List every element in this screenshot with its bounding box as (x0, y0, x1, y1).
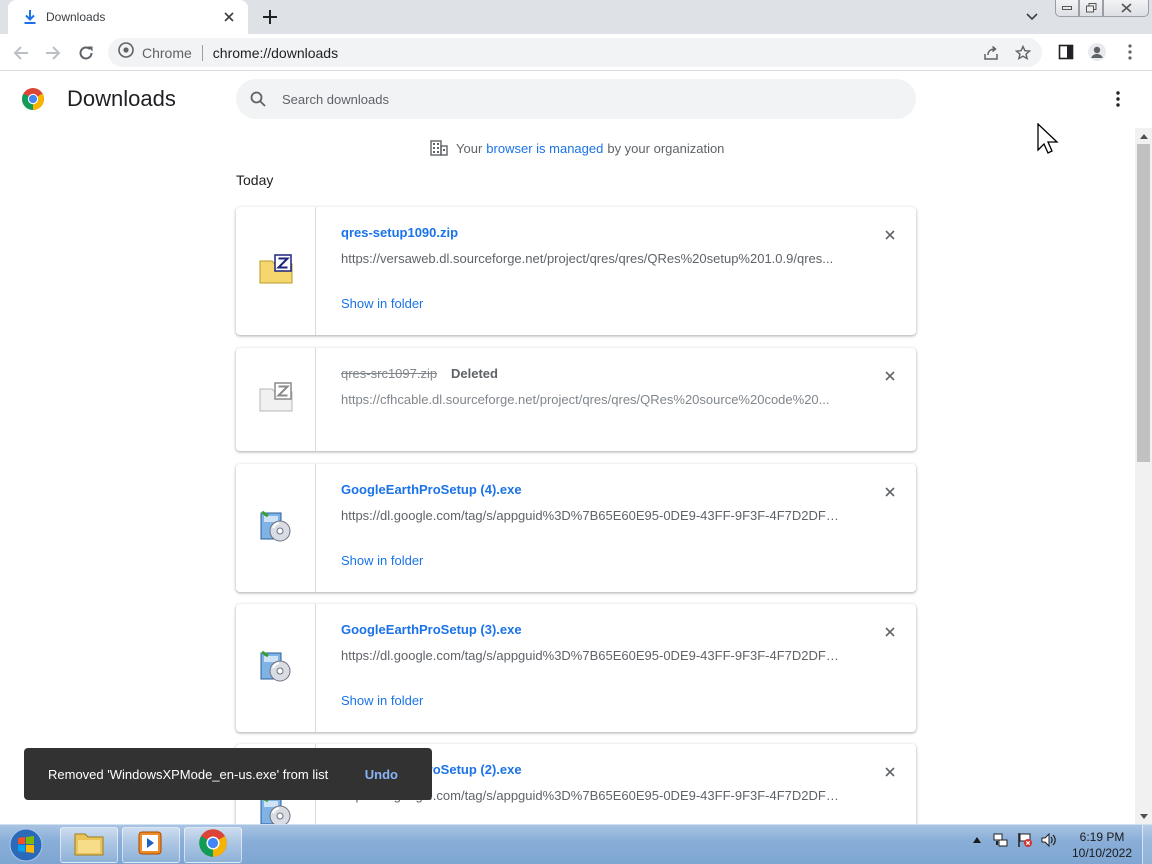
omnibox-chip: Chrome (142, 44, 192, 61)
download-item: qres-src1097.zip Deleted https://cfhcabl… (236, 348, 916, 451)
browser-menu-icon[interactable] (1119, 41, 1141, 63)
chrome-icon (198, 828, 228, 863)
chrome-site-icon (118, 42, 134, 63)
share-icon[interactable] (980, 42, 1002, 64)
download-item: GoogleEarthProSetup (3).exe https://dl.g… (236, 604, 916, 732)
browser-toolbar: Chrome chrome://downloads (0, 34, 1152, 71)
file-url[interactable]: https://dl.google.com/tag/s/appguid%3D%7… (341, 508, 841, 523)
restore-button[interactable] (1079, 0, 1103, 17)
file-icon-column (236, 207, 316, 335)
action-center-flag-icon[interactable] (1016, 831, 1034, 849)
address-bar[interactable]: Chrome chrome://downloads (108, 38, 1042, 67)
file-icon-column (236, 604, 316, 732)
removed-toast: Removed 'WindowsXPMode_en-us.exe' from l… (24, 748, 432, 800)
download-icon (22, 9, 38, 25)
close-window-button[interactable] (1103, 0, 1149, 17)
media-player-icon (137, 830, 165, 861)
page-scrollbar[interactable] (1135, 128, 1152, 824)
downloads-menu-icon[interactable] (1108, 88, 1128, 110)
chrome-logo-icon (21, 87, 45, 111)
downloads-header: Downloads Search downloads (0, 72, 1152, 128)
file-url[interactable]: https://cfhcable.dl.sourceforge.net/proj… (341, 392, 841, 407)
file-name-link[interactable]: qres-setup1090.zip (341, 225, 458, 240)
page-title: Downloads (67, 86, 176, 111)
deleted-status: Deleted (451, 366, 498, 381)
managed-suffix: by your organization (607, 140, 725, 156)
window-controls (1055, 0, 1149, 17)
remove-from-list-icon[interactable] (880, 366, 900, 386)
omnibox-separator (201, 44, 203, 61)
taskbar-media-player-button[interactable] (122, 827, 180, 863)
file-icon-column (236, 348, 316, 451)
mouse-cursor-icon (1037, 122, 1059, 155)
managed-notice: Your browser is managed by your organiza… (430, 140, 724, 156)
show-desktop-button[interactable] (1142, 825, 1152, 864)
scroll-up-arrow-icon[interactable] (1135, 128, 1152, 144)
close-tab-icon[interactable] (220, 8, 238, 26)
folder-icon (74, 830, 104, 861)
system-tray (968, 831, 1058, 849)
toast-message: Removed 'WindowsXPMode_en-us.exe' from l… (48, 766, 329, 782)
tab-search-chevron-icon[interactable] (1022, 8, 1042, 26)
file-name: qres-src1097.zip (341, 366, 438, 381)
zip-file-icon (259, 253, 293, 289)
show-in-folder-link[interactable]: Show in folder (341, 693, 423, 708)
scrollbar-thumb[interactable] (1137, 144, 1150, 462)
undo-button[interactable]: Undo (365, 767, 398, 782)
remove-from-list-icon[interactable] (880, 762, 900, 782)
taskbar-clock[interactable]: 6:19 PM 10/10/2022 (1064, 829, 1140, 861)
show-in-folder-link[interactable]: Show in folder (341, 296, 423, 311)
remove-from-list-icon[interactable] (880, 225, 900, 245)
download-item: GoogleEarthProSetup (4).exe https://dl.g… (236, 464, 916, 592)
section-label-today: Today (236, 172, 274, 188)
omnibox-url[interactable]: chrome://downloads (213, 45, 338, 61)
omnibox-actions (980, 42, 1034, 64)
file-url[interactable]: https://dl.google.com/tag/s/appguid%3D%7… (341, 648, 841, 663)
side-panel-icon[interactable] (1055, 41, 1077, 63)
zip-file-icon (259, 382, 293, 417)
back-button[interactable] (8, 40, 34, 66)
file-name-link[interactable]: GoogleEarthProSetup (4).exe (341, 482, 522, 497)
file-name-link[interactable]: GoogleEarthProSetup (3).exe (341, 622, 522, 637)
start-button[interactable] (4, 827, 48, 863)
bookmark-star-icon[interactable] (1012, 42, 1034, 64)
show-hidden-icons-icon[interactable] (968, 831, 986, 849)
file-icon-column (236, 464, 316, 592)
reload-button[interactable] (73, 40, 99, 66)
scroll-down-arrow-icon[interactable] (1135, 808, 1152, 824)
windows-taskbar: 6:19 PM 10/10/2022 (0, 824, 1152, 864)
installer-icon (259, 509, 293, 548)
profile-avatar-icon[interactable] (1086, 41, 1108, 63)
tab-title: Downloads (46, 10, 106, 24)
remove-from-list-icon[interactable] (880, 482, 900, 502)
tab-strip: Downloads (0, 0, 1152, 34)
download-item: qres-setup1090.zip https://versaweb.dl.s… (236, 207, 916, 335)
clock-date: 10/10/2022 (1071, 846, 1133, 860)
new-tab-button[interactable] (258, 6, 282, 28)
search-icon (248, 89, 268, 109)
managed-prefix: Your (456, 140, 483, 156)
remove-from-list-icon[interactable] (880, 622, 900, 642)
network-icon[interactable] (992, 831, 1010, 849)
file-url[interactable]: https://versaweb.dl.sourceforge.net/proj… (341, 251, 841, 266)
volume-icon[interactable] (1040, 831, 1058, 849)
search-downloads-input[interactable]: Search downloads (236, 79, 916, 119)
taskbar-explorer-button[interactable] (60, 827, 118, 863)
tab-downloads[interactable]: Downloads (8, 0, 248, 34)
building-icon (430, 140, 448, 156)
clock-time: 6:19 PM (1079, 830, 1125, 844)
search-placeholder: Search downloads (282, 91, 389, 107)
installer-icon (259, 649, 293, 688)
minimize-button[interactable] (1055, 0, 1079, 17)
managed-link[interactable]: browser is managed (486, 141, 603, 156)
forward-button[interactable] (40, 40, 66, 66)
show-in-folder-link[interactable]: Show in folder (341, 553, 423, 568)
taskbar-chrome-button[interactable] (184, 827, 242, 863)
